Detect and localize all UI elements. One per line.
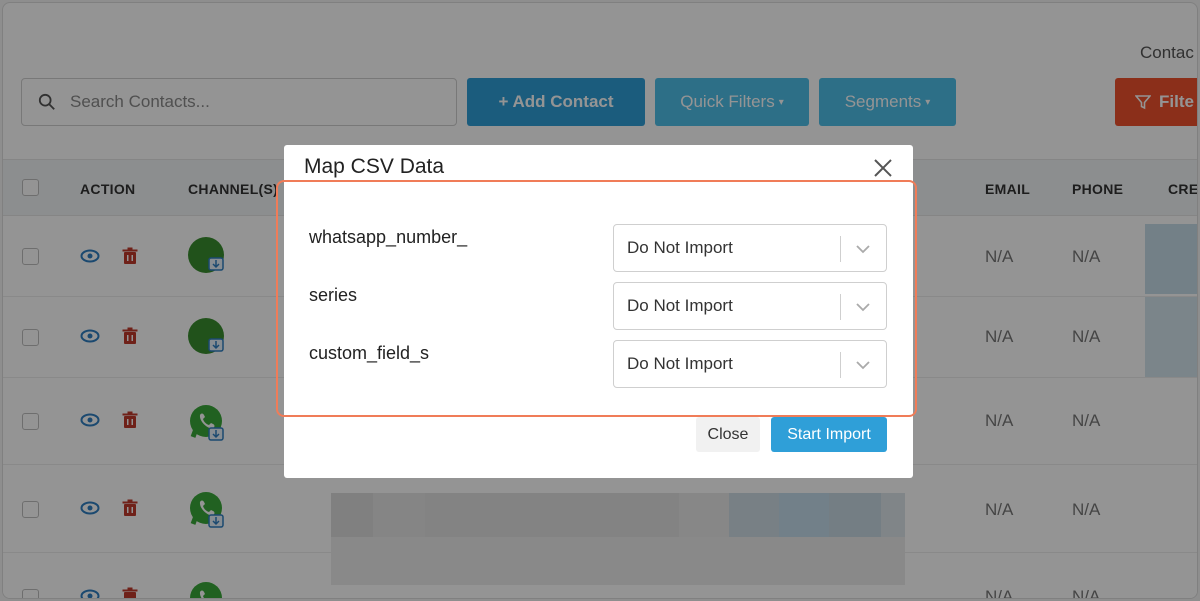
close-button[interactable]: Close bbox=[696, 417, 760, 452]
modal-title: Map CSV Data bbox=[304, 155, 445, 178]
close-icon[interactable] bbox=[872, 157, 894, 179]
start-import-button[interactable]: Start Import bbox=[771, 417, 887, 452]
highlight-outline bbox=[276, 180, 917, 417]
